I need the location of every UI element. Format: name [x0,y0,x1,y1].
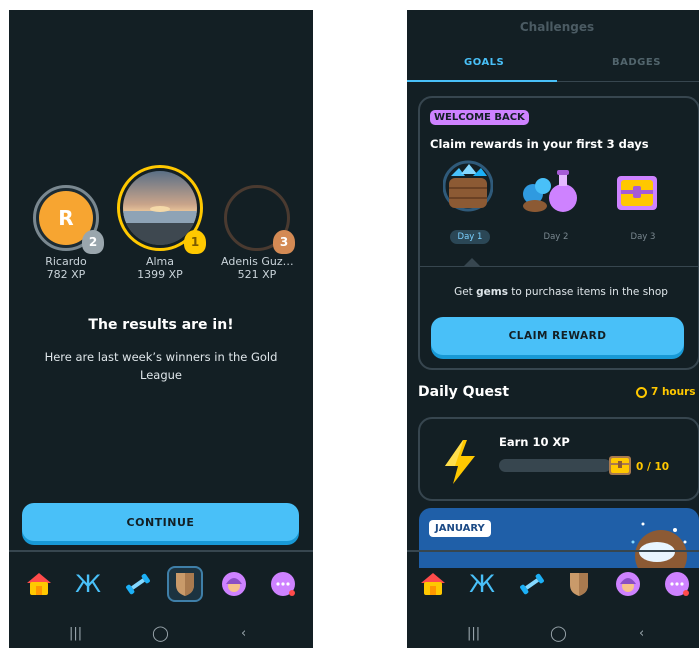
claim-reward-button[interactable]: CLAIM REWARD [431,317,684,355]
lightning-icon [443,440,477,488]
gem-basket-icon [442,156,494,230]
tab-divider [557,81,699,82]
day-2-chip: Day 2 [543,232,569,242]
silver-medal-icon: 2 [82,230,104,254]
home-button-icon[interactable]: ◯ [152,624,169,642]
system-nav-bar: ||| ◯ ‹ [407,622,699,648]
home-icon[interactable] [21,566,57,602]
profile-icon[interactable] [216,566,252,602]
quest-label: Earn 10 XP [499,435,570,449]
daily-quest-title: Daily Quest [418,384,510,400]
day-1-chip[interactable]: Day 1 [450,230,490,244]
clock-icon [636,387,647,398]
bronze-medal-icon: 3 [273,230,295,254]
system-nav-bar: ||| ◯ ‹ [9,622,313,648]
challenges-screen: Challenges GOALS BADGES WELCOME BACK Cla… [407,10,699,648]
tab-badges[interactable]: BADGES [612,57,661,68]
pointer-arrow [464,258,480,266]
bottom-nav: Ж [407,550,699,614]
bottom-nav: Ж [9,550,313,614]
winner-xp: 782 XP [46,268,86,281]
avatar: R 2 [33,185,104,254]
tab-goals[interactable]: GOALS [464,57,504,68]
podium: R 2 Ricardo 782 XP 1 Alma 1399 XP 3 Aden… [9,165,313,305]
winner-second[interactable]: R 2 Ricardo 782 XP [31,185,104,281]
winner-name: Adenis Guz… [221,255,294,268]
potion-icon [521,168,581,222]
more-icon[interactable] [265,566,301,602]
profile-icon[interactable] [610,566,646,602]
gems-prefix: Get [454,286,477,298]
avatar: 1 [117,165,206,254]
treasure-chest-icon [615,172,659,216]
day-3-chip: Day 3 [630,232,656,242]
winner-xp: 521 XP [237,268,277,281]
timer-text: 7 hours [651,386,696,398]
page-title: Challenges [519,20,595,34]
claim-title: Claim rewards in your first 3 days [430,137,649,151]
quest-progress-bar [499,459,611,472]
results-headline: The results are in! [88,317,234,333]
chest-reward-icon [608,454,632,480]
results-subline: Here are last week’s winners in the Gold… [44,350,278,382]
winner-xp: 1399 XP [137,268,183,281]
winner-first[interactable]: 1 Alma 1399 XP [117,165,206,281]
avatar: 3 [224,185,295,254]
back-icon[interactable]: ‹ [639,626,644,641]
home-button-icon[interactable]: ◯ [550,624,567,642]
gems-suffix: to purchase items in the shop [507,286,668,298]
recent-apps-icon[interactable]: ||| [467,626,480,641]
tab-indicator [407,80,557,82]
january-label: JANUARY [429,520,491,537]
quest-progress-count: 0 / 10 [636,461,670,473]
letters-icon[interactable]: Ж [464,566,500,602]
back-icon[interactable]: ‹ [241,626,246,641]
shield-icon[interactable] [167,566,203,602]
recent-apps-icon[interactable]: ||| [69,626,82,641]
leaderboard-results-screen: R 2 Ricardo 782 XP 1 Alma 1399 XP 3 Aden… [9,10,313,648]
winner-name: Alma [145,255,175,268]
gems-description: Get gems to purchase items in the shop [420,286,699,298]
winner-third[interactable]: 3 Adenis Guz… 521 XP [221,185,295,281]
welcome-back-badge: WELCOME BACK [430,110,529,125]
letters-icon[interactable]: Ж [70,566,106,602]
gems-word: gems [476,286,508,298]
continue-button[interactable]: CONTINUE [22,503,299,541]
shield-icon[interactable] [561,566,597,602]
gold-medal-icon: 1 [184,230,206,254]
dumbbell-icon[interactable] [514,566,550,602]
winner-name: Ricardo [45,255,87,268]
card-divider [420,266,698,267]
dumbbell-icon[interactable] [120,566,156,602]
home-icon[interactable] [415,566,451,602]
quest-timer: 7 hours [636,386,696,398]
more-icon[interactable] [659,566,695,602]
